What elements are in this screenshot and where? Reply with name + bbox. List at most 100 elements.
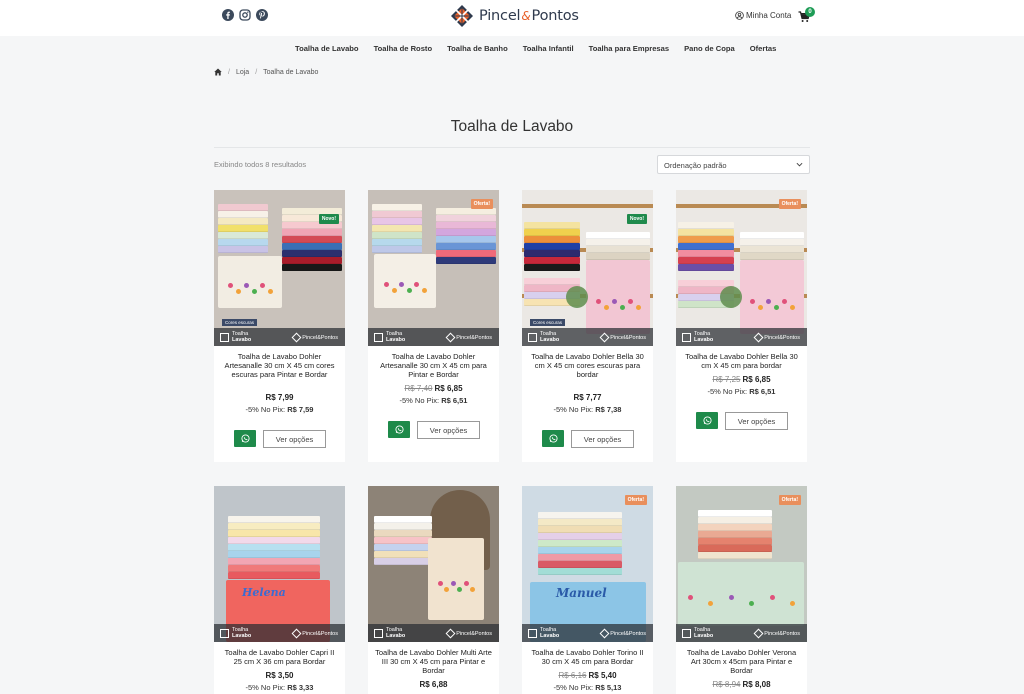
logo-mark-icon — [599, 332, 610, 343]
page-title: Toalha de Lavabo — [450, 118, 574, 135]
product-card[interactable]: Novo! Cores escuras Toalha Lavabo Pincel&Pon… — [214, 190, 345, 462]
towel — [218, 232, 268, 239]
towel — [436, 229, 496, 236]
flower-embroidery — [450, 581, 456, 587]
product-image[interactable]: Oferta! Toalha Lavabo Pincel&Pontos — [676, 486, 807, 642]
site-header: Pincel&Pontos Minha Conta 0 — [0, 0, 1024, 36]
towel — [740, 253, 804, 260]
main-nav: Toalha de Lavabo Toalha de Rosto Toalha de… — [0, 36, 1024, 62]
towel — [436, 250, 496, 257]
product-card[interactable]: Oferta! Toalha Lavabo Pincel&Pontos Toalha d… — [676, 190, 807, 462]
current-price: R$ 5,40 — [588, 671, 617, 680]
product-card[interactable]: Helena Toalha Lavabo Pincel&Pontos Toalha de… — [214, 486, 345, 694]
logo-mark-icon — [291, 628, 302, 639]
towel — [436, 208, 496, 215]
pinterest-icon[interactable] — [256, 9, 268, 21]
product-name[interactable]: Toalha de Lavabo Dohler Multi Arte III 3… — [374, 648, 493, 675]
towel — [586, 253, 650, 260]
ver-opcoes-button[interactable]: Ver opções — [263, 430, 326, 448]
nav-item-2[interactable]: Toalha de Banho — [447, 44, 508, 53]
nav-item-6[interactable]: Ofertas — [750, 44, 777, 53]
home-icon[interactable] — [214, 68, 222, 76]
towel-stack — [586, 232, 650, 260]
flower-embroidery — [463, 581, 469, 587]
brand-line-2: Lavabo — [232, 337, 252, 343]
logo-mark-icon — [753, 332, 764, 343]
towel-square-icon — [374, 628, 383, 638]
image-brand-strip: Toalha Lavabo Pincel&Pontos — [214, 624, 345, 642]
product-name[interactable]: Toalha de Lavabo Dohler Capri II 25 cm X… — [220, 648, 339, 666]
product-name[interactable]: Toalha de Lavabo Dohler Artesanalle 30 c… — [220, 352, 339, 379]
image-brand-label: Toalha Lavabo — [682, 627, 713, 639]
title-divider — [214, 147, 810, 148]
current-price: R$ 6,88 — [419, 680, 448, 689]
product-image[interactable]: Helena Toalha Lavabo Pincel&Pontos — [214, 486, 345, 642]
brand-line-2: Lavabo — [540, 337, 560, 343]
site-logo[interactable]: Pincel&Pontos — [450, 4, 579, 28]
towel — [436, 222, 496, 229]
current-price: R$ 6,85 — [434, 384, 463, 393]
whatsapp-icon — [702, 416, 712, 425]
pix-price: -5% No Pix: R$ 7,59 — [214, 405, 345, 414]
pix-label: -5% No Pix: — [553, 683, 594, 692]
account-link[interactable]: Minha Conta — [735, 11, 791, 20]
whatsapp-button[interactable] — [696, 412, 718, 429]
towel-square-icon — [682, 332, 691, 342]
nav-item-4[interactable]: Toalha para Empresas — [589, 44, 669, 53]
towel — [698, 517, 772, 524]
product-name[interactable]: Toalha de Lavabo Dohler Bella 30 cm X 45… — [528, 352, 647, 379]
product-name[interactable]: Toalha de Lavabo Dohler Artesanalle 30 c… — [374, 352, 493, 379]
towel — [372, 232, 422, 239]
towel — [678, 257, 734, 264]
towel — [374, 516, 432, 523]
whatsapp-button[interactable] — [234, 430, 256, 447]
facebook-icon[interactable] — [222, 9, 234, 21]
product-name[interactable]: Toalha de Lavabo Dohler Verona Art 30cm … — [682, 648, 801, 675]
towel-square-icon — [528, 332, 537, 342]
whatsapp-button[interactable] — [388, 421, 410, 438]
ver-opcoes-button[interactable]: Ver opções — [571, 430, 634, 448]
product-card[interactable]: Oferta! Toalha Lavabo Pincel&Pontos Toalha d… — [676, 486, 807, 694]
product-image[interactable]: Novo! Cores escuras Toalha Lavabo Pincel&Pon… — [522, 190, 653, 346]
product-card[interactable]: Toalha Lavabo Pincel&Pontos Toalha de Lavab… — [368, 486, 499, 694]
product-image[interactable]: Oferta! Toalha Lavabo Pincel&Pontos — [368, 190, 499, 346]
towel — [698, 538, 772, 545]
plant — [720, 286, 742, 308]
instagram-icon[interactable] — [239, 9, 251, 21]
product-card[interactable]: Oferta! Toalha Lavabo Pincel&Pontos Toalha d… — [368, 190, 499, 462]
towel — [374, 537, 432, 544]
product-card[interactable]: Novo! Cores escuras Toalha Lavabo Pincel&Pon… — [522, 190, 653, 462]
user-icon — [735, 11, 744, 20]
product-image[interactable]: Novo! Cores escuras Toalha Lavabo Pincel&Pon… — [214, 190, 345, 346]
towel-hanging — [374, 254, 436, 308]
image-logo: Pincel&Pontos — [291, 628, 338, 639]
product-name[interactable]: Toalha de Lavabo Dohler Torino II 30 cm … — [528, 648, 647, 666]
product-price: R$ 6,88 — [368, 680, 499, 689]
nav-item-1[interactable]: Toalha de Rosto — [374, 44, 433, 53]
product-image[interactable]: Manuel Oferta! Toalha Lavabo Pincel&Pontos — [522, 486, 653, 642]
towel-square-icon — [220, 628, 229, 638]
nav-item-5[interactable]: Pano de Copa — [684, 44, 735, 53]
old-price: R$ 6,16 — [558, 671, 587, 680]
towel — [678, 243, 734, 250]
whatsapp-button[interactable] — [542, 430, 564, 447]
brand-line-2: Lavabo — [694, 633, 714, 639]
towel — [282, 229, 342, 236]
image-logo-text: Pincel&Pontos — [764, 630, 800, 637]
sort-select[interactable]: Ordenação padrão — [657, 155, 810, 174]
image-logo-text: Pincel&Pontos — [764, 334, 800, 341]
product-image[interactable]: Oferta! Toalha Lavabo Pincel&Pontos — [676, 190, 807, 346]
towel — [524, 243, 580, 250]
pix-price: -5% No Pix: R$ 6,51 — [676, 387, 807, 396]
nav-item-3[interactable]: Toalha Infantil — [523, 44, 574, 53]
nav-item-0[interactable]: Toalha de Lavabo — [295, 44, 359, 53]
ver-opcoes-button[interactable]: Ver opções — [417, 421, 480, 439]
product-card[interactable]: Manuel Oferta! Toalha Lavabo Pincel&Pontos To… — [522, 486, 653, 694]
ver-opcoes-button[interactable]: Ver opções — [725, 412, 788, 430]
product-name[interactable]: Toalha de Lavabo Dohler Bella 30 cm X 45… — [682, 352, 801, 370]
product-image[interactable]: Toalha Lavabo Pincel&Pontos — [368, 486, 499, 642]
breadcrumb-item-loja[interactable]: Loja — [236, 69, 249, 76]
image-brand-strip: Toalha Lavabo Pincel&Pontos — [676, 328, 807, 346]
towel — [228, 523, 320, 530]
whatsapp-icon — [240, 434, 250, 443]
